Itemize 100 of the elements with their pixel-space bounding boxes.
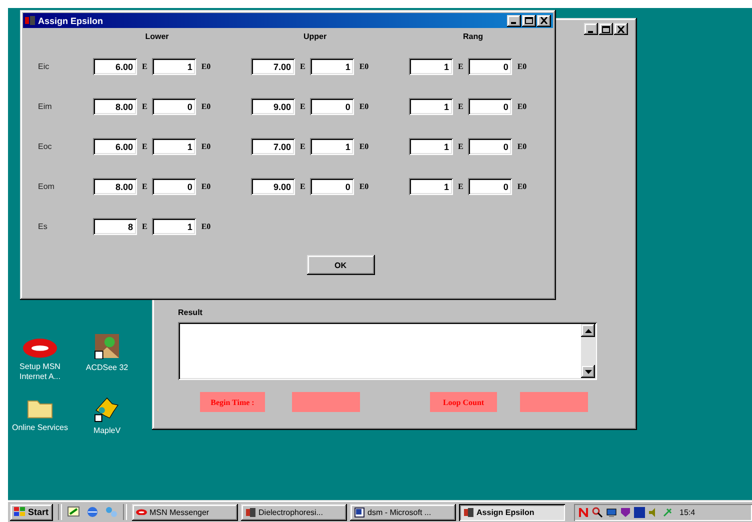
- start-button[interactable]: Start: [10, 504, 53, 520]
- number-field[interactable]: 0: [468, 58, 512, 75]
- taskbar-button[interactable]: dsm - Microsoft ...: [350, 504, 456, 520]
- exponent-label: E: [300, 62, 306, 71]
- number-field[interactable]: 0: [310, 178, 354, 195]
- column-header: Rang: [462, 32, 484, 43]
- unit-label: E0: [201, 142, 211, 151]
- minimize-button[interactable]: [507, 14, 521, 26]
- magnifier-icon: [592, 506, 603, 518]
- desktop-icon-label: MapleV: [93, 426, 121, 436]
- window-icon: [462, 506, 474, 518]
- unit-label: E0: [201, 182, 211, 191]
- number-field[interactable]: 0: [310, 98, 354, 115]
- row-label: Eoc: [38, 142, 52, 151]
- number-field[interactable]: 1: [409, 138, 453, 155]
- window-title: Assign Epsilon: [38, 16, 104, 26]
- close-icon: [617, 26, 625, 32]
- ok-button[interactable]: OK: [306, 255, 374, 275]
- exponent-label: E: [458, 142, 464, 151]
- unit-label: E0: [201, 62, 211, 71]
- shield-icon: [620, 506, 631, 518]
- number-field[interactable]: 1: [310, 58, 354, 75]
- unit-label: E0: [201, 102, 211, 111]
- app-icon: [25, 16, 35, 25]
- scroll-down-button[interactable]: [581, 365, 595, 378]
- desktop-icon-label: ACDSee 32: [86, 363, 128, 373]
- exponent-label: E: [142, 102, 148, 111]
- unit-label: E0: [517, 142, 527, 151]
- begin-time-label: Begin Time :: [200, 392, 265, 412]
- scroll-up-button[interactable]: [581, 324, 595, 337]
- unit-label: E0: [517, 182, 527, 191]
- row-label: Eic: [38, 62, 50, 71]
- maximize-button[interactable]: [522, 14, 536, 26]
- taskbar-button[interactable]: Assign Epsilon: [458, 504, 565, 520]
- number-field[interactable]: 0: [468, 98, 512, 115]
- number-field[interactable]: 7.00: [251, 138, 295, 155]
- exponent-label: E: [142, 182, 148, 191]
- exponent-label: E: [142, 62, 148, 71]
- exponent-label: E: [458, 102, 464, 111]
- unit-label: E0: [359, 142, 369, 151]
- number-field[interactable]: 1: [310, 138, 354, 155]
- up-arrow-icon: [584, 328, 592, 332]
- browser-icon: [86, 506, 99, 518]
- taskbar-button[interactable]: Dielectrophoresi...: [240, 504, 347, 520]
- number-field[interactable]: 6.00: [93, 58, 137, 75]
- close-icon: [540, 17, 548, 24]
- unit-label: E0: [359, 102, 369, 111]
- window-icon: [244, 506, 256, 518]
- number-field[interactable]: 9.00: [251, 178, 295, 195]
- number-field[interactable]: 1: [409, 58, 453, 75]
- begin-time-display: [292, 392, 360, 412]
- number-field[interactable]: 9.00: [251, 98, 295, 115]
- monitor-icon: [606, 506, 617, 518]
- row-label: Eim: [38, 102, 52, 111]
- row-label: Eom: [38, 182, 54, 191]
- column-header: Lower: [144, 32, 170, 43]
- number-field[interactable]: 0: [152, 178, 196, 195]
- windows-logo-icon: [14, 507, 26, 517]
- n-logo-icon: [578, 506, 589, 518]
- number-field[interactable]: 0: [152, 98, 196, 115]
- close-button[interactable]: [537, 14, 551, 26]
- maximize-icon: [602, 26, 610, 32]
- number-field[interactable]: 8.00: [93, 178, 137, 195]
- number-field[interactable]: 1: [152, 218, 196, 235]
- number-field[interactable]: 1: [409, 178, 453, 195]
- exponent-label: E: [300, 142, 306, 151]
- down-arrow-icon: [584, 370, 592, 374]
- maple-leaf-icon: [94, 396, 120, 422]
- maximize-icon: [525, 17, 533, 24]
- folder-icon: [27, 398, 53, 419]
- image-viewer-icon: [94, 333, 120, 359]
- exponent-label: E: [458, 182, 464, 191]
- minimize-button[interactable]: [584, 23, 598, 35]
- number-field[interactable]: 8: [93, 218, 137, 235]
- number-field[interactable]: 0: [468, 138, 512, 155]
- taskbar-button[interactable]: MSN Messenger: [132, 504, 238, 520]
- desktop-icon-label: Setup MSN Internet A...: [18, 362, 62, 382]
- result-label: Result: [178, 308, 202, 317]
- unit-label: E0: [359, 182, 369, 191]
- maximize-button[interactable]: [599, 23, 613, 35]
- desktop-icon-label: Online Services: [12, 422, 68, 433]
- column-header: Upper: [302, 32, 328, 43]
- unit-label: E0: [517, 102, 527, 111]
- exponent-label: E: [300, 182, 306, 191]
- unit-label: E0: [359, 62, 369, 71]
- number-field[interactable]: 0: [468, 178, 512, 195]
- number-field[interactable]: 1: [152, 58, 196, 75]
- close-button[interactable]: [614, 23, 628, 35]
- result-text-area[interactable]: [178, 322, 597, 380]
- number-field[interactable]: 6.00: [93, 138, 137, 155]
- unit-label: E0: [517, 62, 527, 71]
- exponent-label: E: [458, 62, 464, 71]
- number-field[interactable]: 1: [409, 98, 453, 115]
- document-icon: [354, 506, 365, 518]
- loop-count-display: [520, 392, 588, 412]
- number-field[interactable]: 1: [152, 138, 196, 155]
- number-field[interactable]: 8.00: [93, 98, 137, 115]
- exponent-label: E: [142, 142, 148, 151]
- number-field[interactable]: 7.00: [251, 58, 295, 75]
- exponent-label: E: [142, 222, 148, 231]
